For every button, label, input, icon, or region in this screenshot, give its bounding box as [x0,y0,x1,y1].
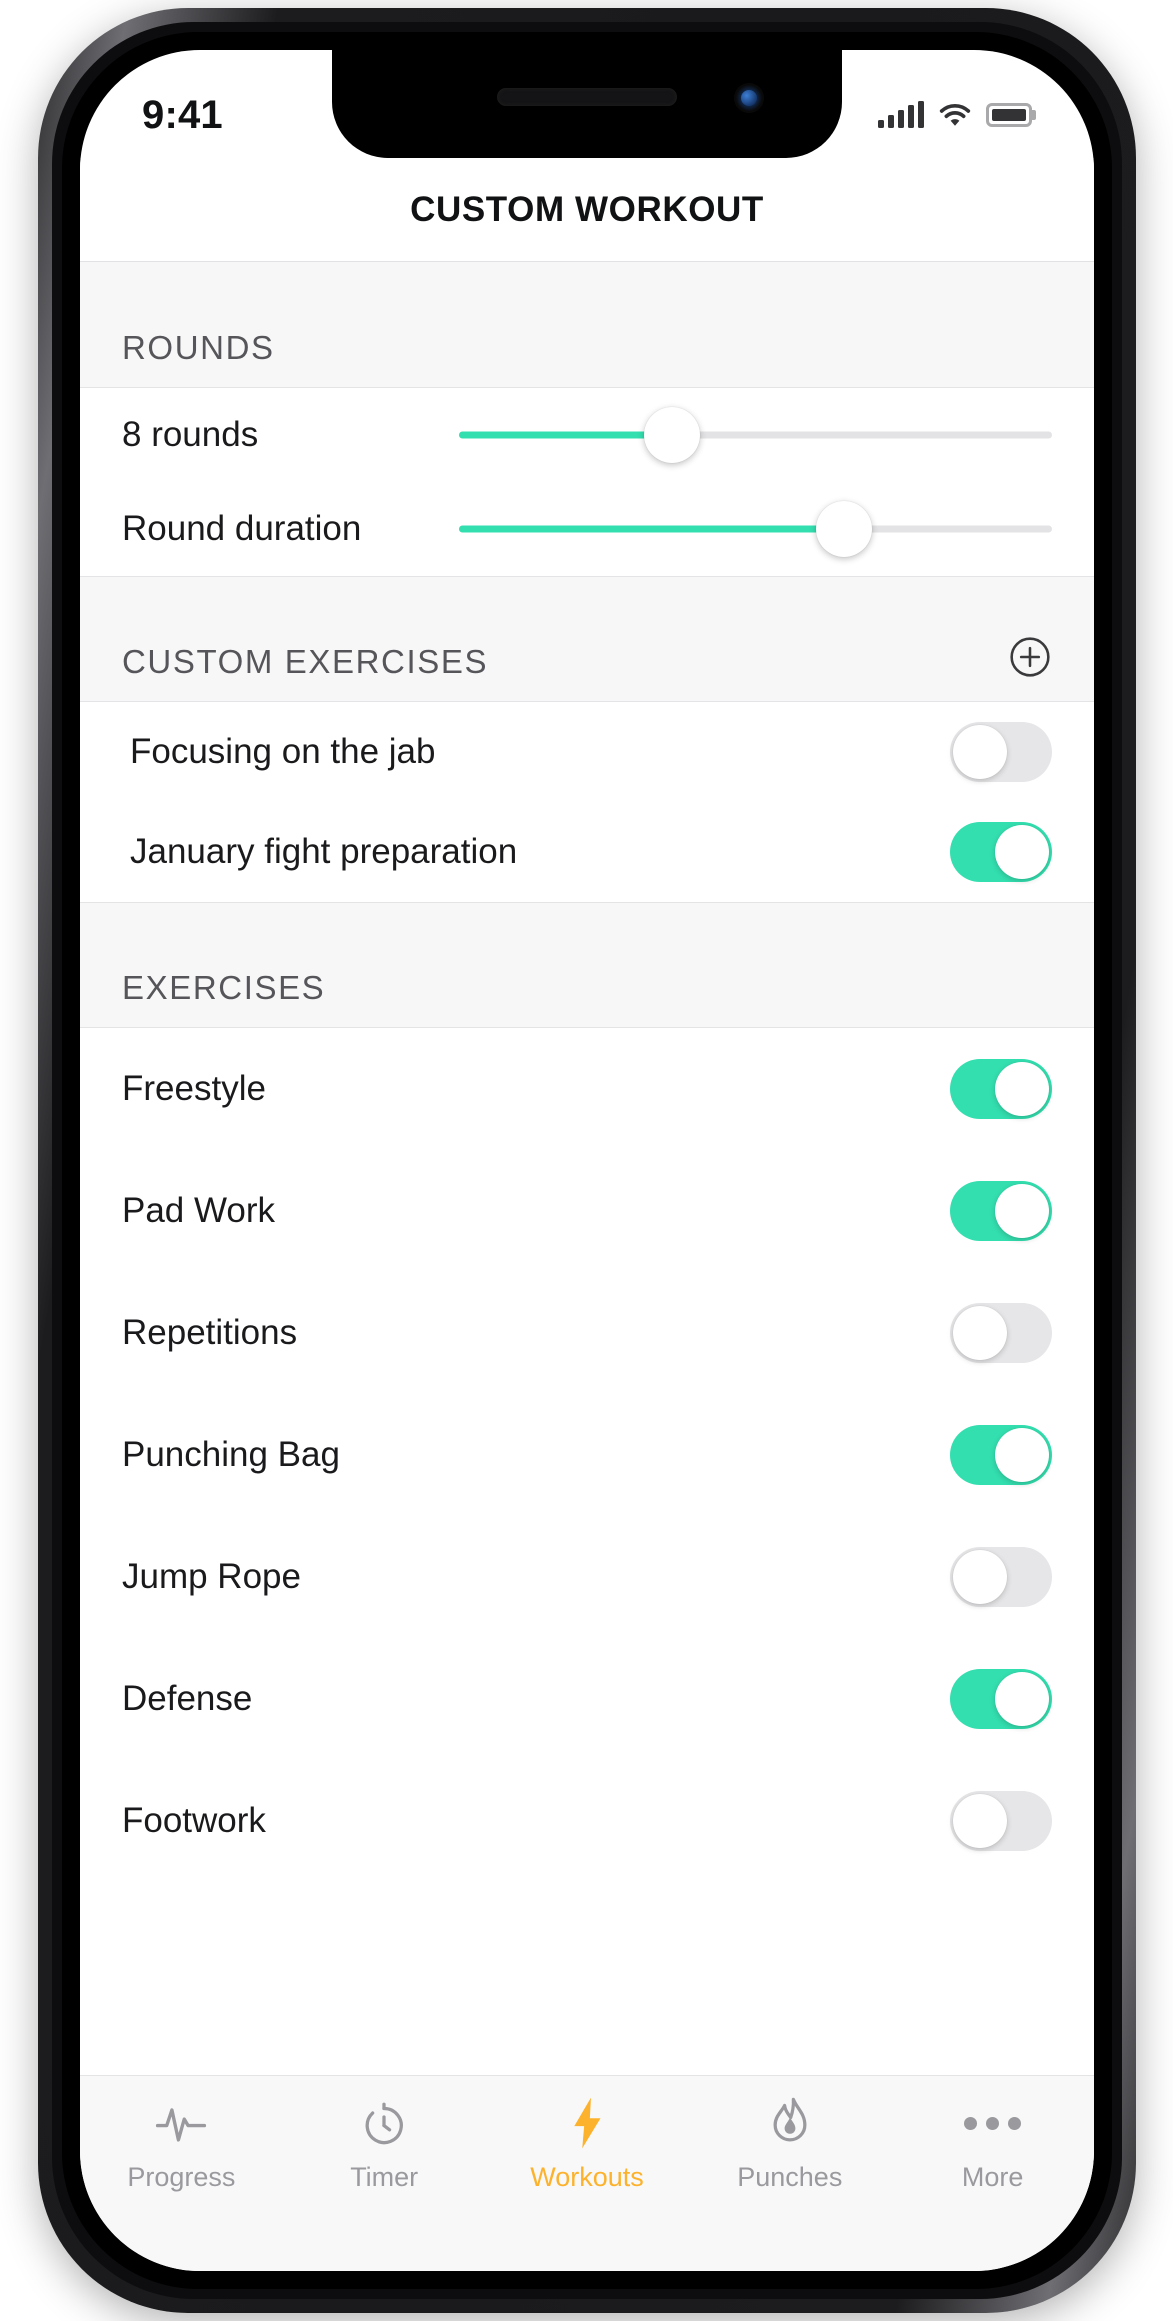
toggle-knob [995,1672,1049,1726]
toggle-switch[interactable] [950,1547,1052,1607]
toggle-knob [953,1550,1007,1604]
toggle-switch[interactable] [950,1669,1052,1729]
slider-fill [459,431,673,439]
tab-more[interactable]: More [891,2096,1094,2193]
custom-exercise-row: Focusing on the jab [80,702,1094,802]
exercise-row: Jump Rope [80,1516,1094,1638]
toggle-knob [995,1428,1049,1482]
custom-exercise-row: January fight preparation [80,802,1094,902]
tab-workouts[interactable]: Workouts [486,2096,689,2193]
tab-timer[interactable]: Timer [283,2096,486,2193]
slider-thumb[interactable] [816,501,873,557]
toggle-knob [953,1306,1007,1360]
tab-label: More [961,2162,1024,2192]
toggle-knob [995,1062,1049,1116]
round-duration-slider[interactable] [459,501,1052,557]
row-label: Footwork [122,1801,266,1840]
toggle-switch[interactable] [950,1791,1052,1851]
stopwatch-icon [361,2096,407,2150]
slider-fill [459,525,845,533]
tab-label: Punches [737,2162,843,2192]
row-label: Pad Work [122,1191,276,1230]
toggle-switch[interactable] [950,1303,1052,1363]
navigation-bar: CUSTOM WORKOUT [80,158,1094,262]
notch [332,50,842,158]
section-header-custom-exercises: CUSTOM EXERCISES [80,576,1094,702]
cellular-signal-icon [878,101,924,128]
row-label: Round duration [122,509,362,548]
phone-screen: 9:41 CUSTOM WORKOUT ROUNDS 8 rounds Roun… [80,50,1094,2271]
row-label: Repetitions [122,1313,298,1352]
row-rounds: 8 rounds [80,388,1094,482]
section-title: CUSTOM EXERCISES [122,643,489,680]
page-title: CUSTOM WORKOUT [410,189,764,229]
screenshot-stage: 9:41 CUSTOM WORKOUT ROUNDS 8 rounds Roun… [0,0,1173,2321]
section-title: ROUNDS [122,329,275,366]
row-label: January fight preparation [130,832,518,871]
toggle-switch[interactable] [950,1181,1052,1241]
exercise-row: Defense [80,1638,1094,1760]
tab-punches[interactable]: Punches [688,2096,891,2193]
custom-exercise-list: Focusing on the jab January fight prepara… [80,702,1094,902]
settings-list[interactable]: ROUNDS 8 rounds Round duration CUSTOM EX… [80,262,1094,2075]
wifi-icon [939,103,971,126]
slider-thumb[interactable] [644,407,701,463]
tab-label: Timer [350,2162,419,2192]
status-time: 9:41 [142,92,223,137]
tab-progress[interactable]: Progress [80,2096,283,2193]
tab-label: Progress [127,2162,236,2192]
row-label: Jump Rope [122,1557,301,1596]
tab-label: Workouts [530,2162,644,2192]
tab-bar: Progress Timer Workouts Punches More [80,2075,1094,2271]
exercise-row: Freestyle [80,1028,1094,1150]
exercise-list: Freestyle Pad Work Repetitions Punching Bag… [80,1028,1094,1882]
row-label: Focusing on the jab [130,732,436,771]
exercise-row: Footwork [80,1760,1094,1882]
status-indicators [878,101,1032,128]
toggle-knob [995,825,1049,879]
row-round-duration: Round duration [80,482,1094,576]
bolt-icon [567,2096,607,2150]
toggle-switch[interactable] [950,1425,1052,1485]
exercise-row: Pad Work [80,1150,1094,1272]
pulse-icon [155,2096,207,2150]
toggle-switch[interactable] [950,722,1052,782]
flame-icon [769,2096,811,2150]
earpiece-speaker-icon [497,88,677,106]
section-title: EXERCISES [122,969,326,1006]
rounds-slider[interactable] [459,407,1052,463]
section-header-rounds: ROUNDS [80,262,1094,388]
row-label: Defense [122,1679,253,1718]
section-header-exercises: EXERCISES [80,902,1094,1028]
plus-circle-icon[interactable] [1008,635,1052,679]
ellipsis-icon [964,2096,1022,2150]
toggle-knob [953,725,1007,779]
exercise-row: Repetitions [80,1272,1094,1394]
exercise-row: Punching Bag [80,1394,1094,1516]
row-label: Punching Bag [122,1435,340,1474]
front-camera-icon [734,83,764,113]
toggle-switch[interactable] [950,1059,1052,1119]
toggle-knob [953,1794,1007,1848]
toggle-knob [995,1184,1049,1238]
battery-full-icon [986,103,1032,127]
toggle-switch[interactable] [950,822,1052,882]
row-label: Freestyle [122,1069,266,1108]
row-label: 8 rounds [122,415,259,454]
